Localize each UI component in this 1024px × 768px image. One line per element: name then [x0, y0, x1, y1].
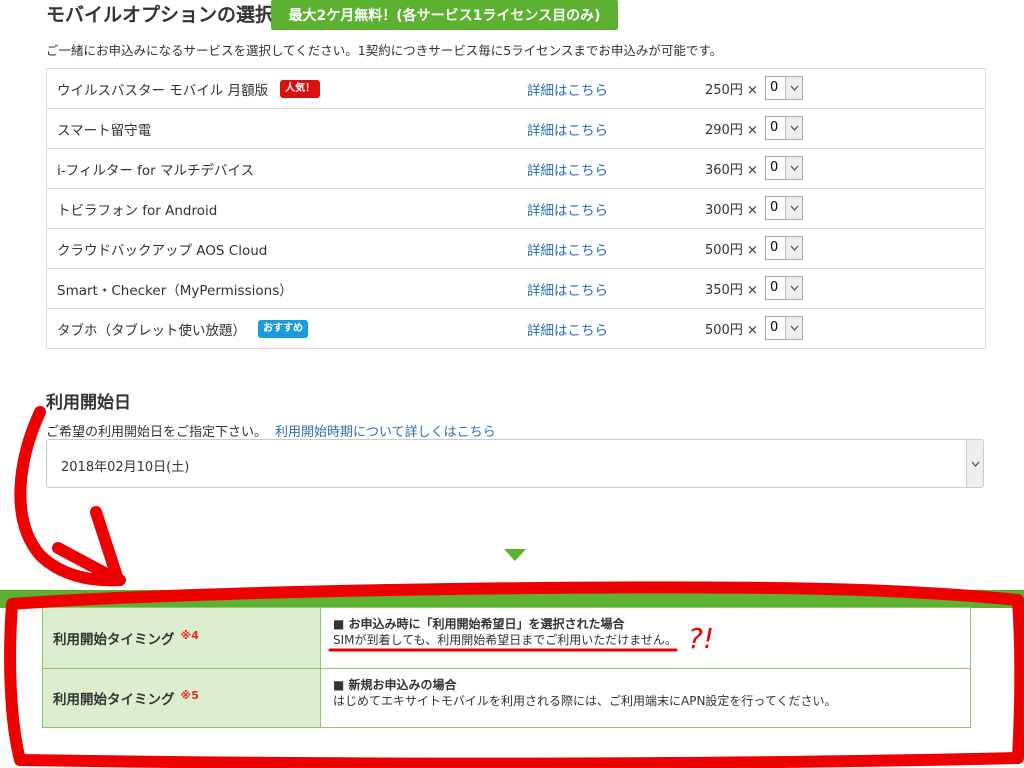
option-detail-link[interactable]: 詳細はこちら [527, 69, 608, 108]
down-arrow-icon [504, 549, 526, 561]
option-row: クラウドバックアップ AOS Cloud 詳細はこちら 500円 × 0 [47, 229, 985, 269]
option-name: タブホ（タブレット使い放題） [57, 322, 246, 339]
option-detail-link[interactable]: 詳細はこちら [527, 269, 608, 308]
quantity-select[interactable]: 0 [765, 236, 803, 260]
chevron-down-icon[interactable] [785, 197, 802, 219]
free-badge: 最大2ケ月無料！(各サービス1ライセンス目のみ) [271, 0, 618, 30]
chevron-down-icon[interactable] [785, 237, 802, 259]
chevron-down-icon[interactable] [785, 117, 802, 139]
option-detail-link[interactable]: 詳細はこちら [527, 189, 608, 228]
quantity-value: 0 [770, 280, 779, 295]
footnote-mark: ※4 [180, 628, 199, 642]
option-name: i-フィルター for マルチデバイス [57, 162, 255, 179]
option-detail-link[interactable]: 詳細はこちら [527, 149, 608, 188]
section-header-bar [0, 590, 1024, 608]
option-name: Smart・Checker（MyPermissions） [57, 282, 293, 299]
quantity-select[interactable]: 0 [765, 316, 803, 340]
start-date-description: ご希望の利用開始日をご指定下さい。 利用開始時期について詳しくはこちら [46, 421, 496, 440]
chevron-down-icon[interactable] [785, 157, 802, 179]
option-row: Smart・Checker（MyPermissions） 詳細はこちら 350円… [47, 269, 985, 309]
timing-label: 利用開始タイミング [53, 632, 175, 648]
option-row: スマート留守電 詳細はこちら 290円 × 0 [47, 109, 985, 149]
quantity-value: 0 [770, 160, 779, 175]
quantity-value: 0 [770, 200, 779, 215]
quantity-select[interactable]: 0 [765, 116, 803, 140]
chevron-down-icon[interactable] [785, 77, 802, 99]
option-detail-link[interactable]: 詳細はこちら [527, 109, 608, 148]
recommended-badge: おすすめ [258, 319, 308, 338]
option-row: ウイルスバスター モバイル 月額版 人気！ 詳細はこちら 250円 × 0 [47, 69, 985, 109]
options-table: ウイルスバスター モバイル 月額版 人気！ 詳細はこちら 250円 × 0 スマ… [46, 68, 986, 349]
start-date-select[interactable]: 2018年02月10日(土) [46, 439, 984, 488]
option-name: トビラフォン for Android [57, 202, 218, 219]
option-row: タブホ（タブレット使い放題） おすすめ 詳細はこちら 500円 × 0 [47, 309, 985, 349]
quantity-value: 0 [770, 120, 779, 135]
options-description: ご一緒にお申込みになるサービスを選択してください。1契約につきサービス毎に5ライ… [46, 43, 723, 58]
timing-text: SIMが到着しても、利用開始希望日までご利用いただけません。 [333, 633, 677, 647]
quantity-select[interactable]: 0 [765, 276, 803, 300]
start-date-title: 利用開始日 [46, 393, 131, 413]
chevron-down-icon[interactable] [785, 277, 802, 299]
option-detail-link[interactable]: 詳細はこちら [527, 309, 608, 348]
chevron-down-icon[interactable] [966, 440, 983, 487]
option-price: 360円 × [705, 163, 758, 178]
option-row: トビラフォン for Android 詳細はこちら 300円 × 0 [47, 189, 985, 229]
quantity-select[interactable]: 0 [765, 156, 803, 180]
timing-label: 利用開始タイミング [53, 692, 175, 708]
quantity-select[interactable]: 0 [765, 76, 803, 100]
popular-badge: 人気！ [280, 79, 321, 98]
option-name: スマート留守電 [57, 122, 152, 139]
option-price: 350円 × [705, 283, 758, 298]
chevron-down-icon[interactable] [785, 317, 802, 339]
quantity-value: 0 [770, 320, 779, 335]
quantity-select[interactable]: 0 [765, 196, 803, 220]
timing-row: 利用開始タイミング ※4 ■ お申込み時に「利用開始希望日」を選択された場合 SI… [43, 608, 970, 669]
timing-heading: ■ お申込み時に「利用開始希望日」を選択された場合 [333, 617, 625, 631]
option-name: ウイルスバスター モバイル 月額版 [57, 82, 269, 99]
start-date-info-link[interactable]: 利用開始時期について詳しくはこちら [275, 425, 496, 440]
footnote-mark: ※5 [180, 688, 199, 702]
option-name: クラウドバックアップ AOS Cloud [57, 242, 268, 259]
timing-heading: ■ 新規お申込みの場合 [333, 678, 457, 692]
start-date-value: 2018年02月10日(土) [61, 460, 190, 475]
timing-row: 利用開始タイミング ※5 ■ 新規お申込みの場合 はじめてエキサイトモバイルを利用… [43, 669, 970, 727]
option-price: 250円 × [705, 83, 758, 98]
option-row: i-フィルター for マルチデバイス 詳細はこちら 360円 × 0 [47, 149, 985, 189]
start-date-instruction: ご希望の利用開始日をご指定下さい。 [46, 425, 268, 440]
options-title: モバイルオプションの選択 [46, 4, 275, 26]
option-detail-link[interactable]: 詳細はこちら [527, 229, 608, 268]
timing-text: はじめてエキサイトモバイルを利用される際には、ご利用端末にAPN設定を行ってくだ… [333, 694, 837, 708]
option-price: 290円 × [705, 123, 758, 138]
option-price: 500円 × [705, 243, 758, 258]
quantity-value: 0 [770, 80, 779, 95]
quantity-value: 0 [770, 240, 779, 255]
timing-table: 利用開始タイミング ※4 ■ お申込み時に「利用開始希望日」を選択された場合 SI… [42, 607, 971, 728]
option-price: 500円 × [705, 323, 758, 338]
option-price: 300円 × [705, 203, 758, 218]
